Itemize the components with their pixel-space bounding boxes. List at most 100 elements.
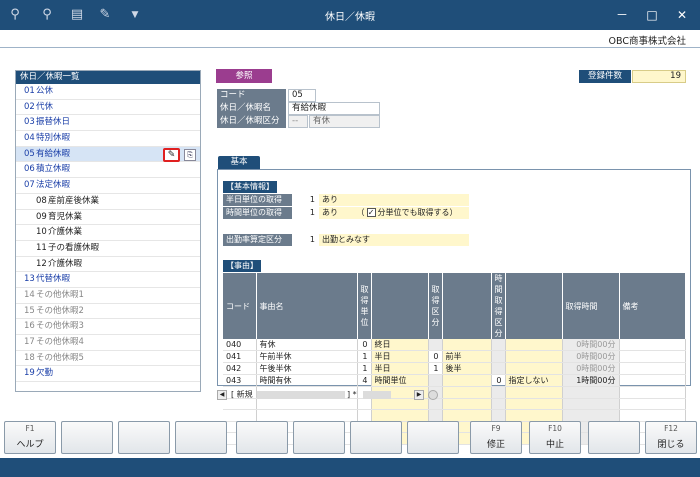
list-item[interactable]: 17その他休暇4: [16, 335, 200, 351]
function-key-code: F10: [548, 424, 562, 433]
hourly-value: あり （✓ 分単位でも取得する）: [319, 207, 469, 219]
list-item[interactable]: 06積立休暇: [16, 162, 200, 179]
function-key-3[interactable]: [118, 421, 170, 454]
attendance-num[interactable]: 1: [294, 234, 318, 246]
function-key-10[interactable]: F10 中止: [529, 421, 581, 454]
function-key-9[interactable]: F9 修正: [470, 421, 522, 454]
function-key-bar: F1 ヘルプ F9 修正 F10 中止 F12 閉じる: [0, 416, 700, 456]
half-day-num[interactable]: 1: [294, 194, 318, 206]
hourly-num[interactable]: 1: [294, 207, 318, 219]
list-item[interactable]: 14その他休暇1: [16, 288, 200, 304]
table-cell: [619, 374, 686, 387]
maximize-button[interactable]: □: [642, 6, 662, 24]
scroll-right-icon[interactable]: ▶: [414, 390, 424, 400]
list-item[interactable]: 19欠勤: [16, 366, 200, 383]
table-row[interactable]: 040 有休 0 終日 0時間00分: [223, 339, 686, 351]
list-item[interactable]: 15その他休暇2: [16, 304, 200, 320]
function-key-code: F12: [664, 424, 678, 433]
list-item-label: 法定休暇: [36, 180, 71, 191]
tab-basic[interactable]: 基本: [218, 156, 260, 169]
list-item-code: 12: [36, 258, 47, 269]
function-key-code: F9: [491, 424, 501, 433]
list-item[interactable]: 03振替休日: [16, 115, 200, 132]
attendance-label: 出勤率算定区分: [223, 234, 292, 246]
bottom-bar: [0, 458, 700, 477]
list-item[interactable]: 05有給休暇 ✎ ⎘: [16, 146, 200, 163]
function-key-2[interactable]: [61, 421, 113, 454]
reference-button[interactable]: 参照: [216, 69, 272, 83]
function-key-code: [351, 424, 401, 433]
table-cell: 終日: [371, 339, 429, 351]
function-key-code: [119, 424, 169, 433]
hourly-row: 時間単位の取得 1 あり （✓ 分単位でも取得する）: [223, 207, 470, 219]
table-cell: 0: [357, 339, 372, 351]
minimize-button[interactable]: －: [612, 6, 632, 24]
name-label: 休日／休暇名: [217, 102, 286, 115]
function-key-11[interactable]: [588, 421, 640, 454]
list-item-code: 06: [24, 164, 35, 175]
list-item[interactable]: 09育児休業: [16, 210, 200, 226]
divider: [0, 47, 700, 48]
function-key-8[interactable]: [407, 421, 459, 454]
column-header: [442, 273, 492, 339]
list-item-code: 03: [24, 117, 35, 128]
function-key-code: [62, 424, 112, 433]
function-key-1[interactable]: F1 ヘルプ: [4, 421, 56, 454]
table-cell: 半日: [371, 350, 429, 363]
function-key-6[interactable]: [293, 421, 345, 454]
table-cell: 4: [357, 374, 372, 387]
function-key-4[interactable]: [175, 421, 227, 454]
code-field[interactable]: 05: [288, 89, 316, 102]
paren-close: ）: [449, 208, 458, 217]
function-key-12[interactable]: F12 閉じる: [645, 421, 697, 454]
table-cell: 040: [223, 339, 257, 351]
function-key-code: [237, 424, 287, 433]
scroll-left-icon[interactable]: ◀: [217, 389, 227, 400]
attendance-row: 出勤率算定区分 1 出勤とみなす: [223, 234, 470, 246]
table-cell: [505, 339, 563, 351]
edit-pencil-icon[interactable]: ✎: [163, 147, 180, 162]
close-button[interactable]: ✕: [672, 6, 692, 24]
list-item-label: 代休: [36, 101, 54, 112]
table-cell: [619, 339, 686, 351]
half-day-row: 半日単位の取得 1 あり: [223, 194, 470, 206]
list-item[interactable]: 01公休: [16, 84, 200, 100]
minute-unit-checkbox[interactable]: ✓: [366, 208, 376, 217]
list-item[interactable]: 13代替休暇: [16, 272, 200, 288]
list-item-code: 04: [24, 133, 35, 144]
list-item[interactable]: 18その他休暇5: [16, 351, 200, 367]
half-day-text: あり: [319, 194, 469, 206]
list-item[interactable]: 07法定休暇: [16, 178, 200, 194]
list-item[interactable]: 02代休: [16, 100, 200, 116]
half-day-label: 半日単位の取得: [223, 194, 292, 206]
table-cell: [562, 386, 620, 399]
list-item[interactable]: 11子の看護休暇: [16, 241, 200, 257]
table-cell: 半日: [371, 362, 429, 375]
function-key-code: [176, 424, 226, 433]
table-cell: 0: [428, 350, 443, 363]
list-item-label: 特別休暇: [36, 133, 71, 144]
list-item[interactable]: 08産前産後休業: [16, 194, 200, 210]
list-item-label: その他休暇5: [36, 352, 84, 363]
list-item[interactable]: 10介護休業: [16, 225, 200, 241]
copy-icon[interactable]: ⎘: [184, 148, 196, 161]
function-key-5[interactable]: [236, 421, 288, 454]
table-row[interactable]: 041 午前半休 1 半日 0 前半 0時間00分: [223, 350, 686, 363]
table-row[interactable]: 043 時間有休 4 時間単位 0 指定しない 1時間00分: [223, 374, 686, 387]
list-item-label: その他休暇2: [36, 305, 84, 316]
list-item[interactable]: 12介護休暇: [16, 257, 200, 273]
list-item-code: 16: [24, 321, 35, 332]
list-item-label: 子の看護休暇: [48, 242, 100, 253]
list-item-label: その他休暇3: [36, 321, 84, 332]
list-item-label: 有給休暇: [36, 148, 71, 159]
holiday-list-panel: 休日／休暇一覧 01公休 02代休 03振替休日 04特別休暇 05有給休暇 ✎ ⎘ 06積立…: [15, 70, 201, 392]
list-item[interactable]: 16その他休暇3: [16, 319, 200, 335]
column-header: [505, 273, 563, 339]
column-header: 取得単位: [357, 273, 372, 339]
function-key-7[interactable]: [350, 421, 402, 454]
list-item[interactable]: 04特別休暇: [16, 131, 200, 147]
circle-icon[interactable]: [428, 390, 438, 400]
basic-info-label: 【基本情報】: [223, 181, 277, 193]
table-row[interactable]: 042 午後半休 1 半日 1 後半 0時間00分: [223, 362, 686, 375]
name-field[interactable]: 有給休暇: [288, 102, 380, 115]
